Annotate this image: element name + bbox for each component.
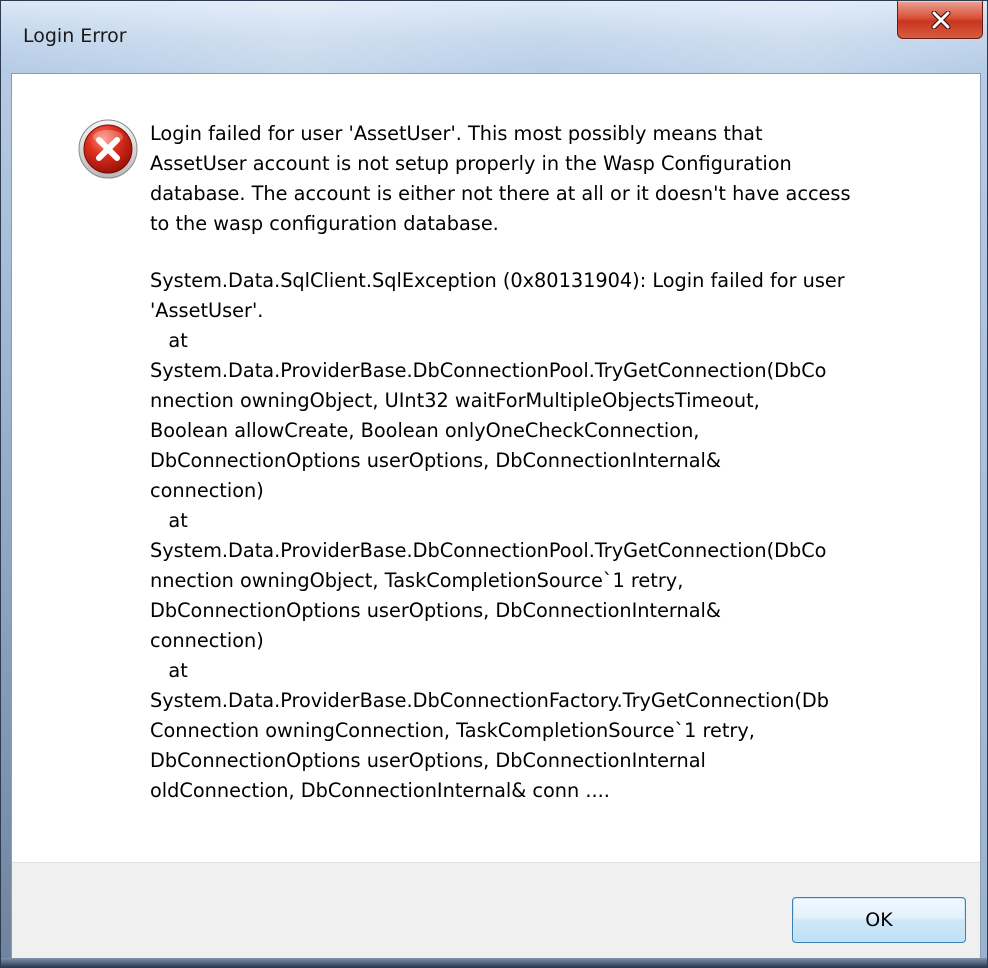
exception-line: DbConnectionOptions userOptions, DbConne… (150, 749, 706, 772)
ok-button[interactable]: OK (792, 897, 966, 943)
window-frame-left (1, 73, 11, 967)
exception-line: DbConnectionOptions userOptions, DbConne… (150, 599, 721, 622)
title-bar[interactable]: Login Error (1, 1, 987, 73)
exception-line: at (150, 659, 188, 682)
exception-line: 'AssetUser'. (150, 299, 264, 322)
exception-line: Connection owningConnection, TaskComplet… (150, 719, 755, 742)
close-button[interactable] (897, 1, 983, 39)
message-line: database. The account is either not ther… (150, 182, 851, 205)
dialog-content: Login failed for user 'AssetUser'. This … (11, 73, 981, 958)
exception-line: connection) (150, 629, 264, 652)
window-title: Login Error (23, 25, 127, 47)
exception-line: connection) (150, 479, 264, 502)
login-error-dialog: Login Error Login failed for user 'Asset… (0, 0, 988, 968)
exception-line: oldConnection, DbConnectionInternal& con… (150, 779, 610, 802)
close-icon (931, 11, 951, 29)
error-icon (78, 119, 138, 179)
error-message: Login failed for user 'AssetUser'. This … (150, 119, 940, 806)
exception-line: DbConnectionOptions userOptions, DbConne… (150, 449, 721, 472)
exception-line: System.Data.ProviderBase.DbConnectionFac… (150, 689, 830, 712)
message-line: to the wasp configuration database. (150, 212, 499, 235)
dialog-footer: OK (12, 862, 980, 958)
message-line: AssetUser account is not setup properly … (150, 152, 792, 175)
window-frame-right (981, 73, 987, 967)
exception-line: Boolean allowCreate, Boolean onlyOneChec… (150, 419, 700, 442)
exception-line: System.Data.SqlClient.SqlException (0x80… (150, 269, 845, 292)
exception-line: nnection owningObject, UInt32 waitForMul… (150, 389, 760, 412)
message-line: Login failed for user 'AssetUser'. This … (150, 122, 763, 145)
exception-line: System.Data.ProviderBase.DbConnectionPoo… (150, 539, 827, 562)
exception-line: at (150, 509, 188, 532)
exception-line: at (150, 329, 188, 352)
exception-line: System.Data.ProviderBase.DbConnectionPoo… (150, 359, 827, 382)
window-frame-bottom (1, 958, 987, 967)
exception-line: nnection owningObject, TaskCompletionSou… (150, 569, 684, 592)
